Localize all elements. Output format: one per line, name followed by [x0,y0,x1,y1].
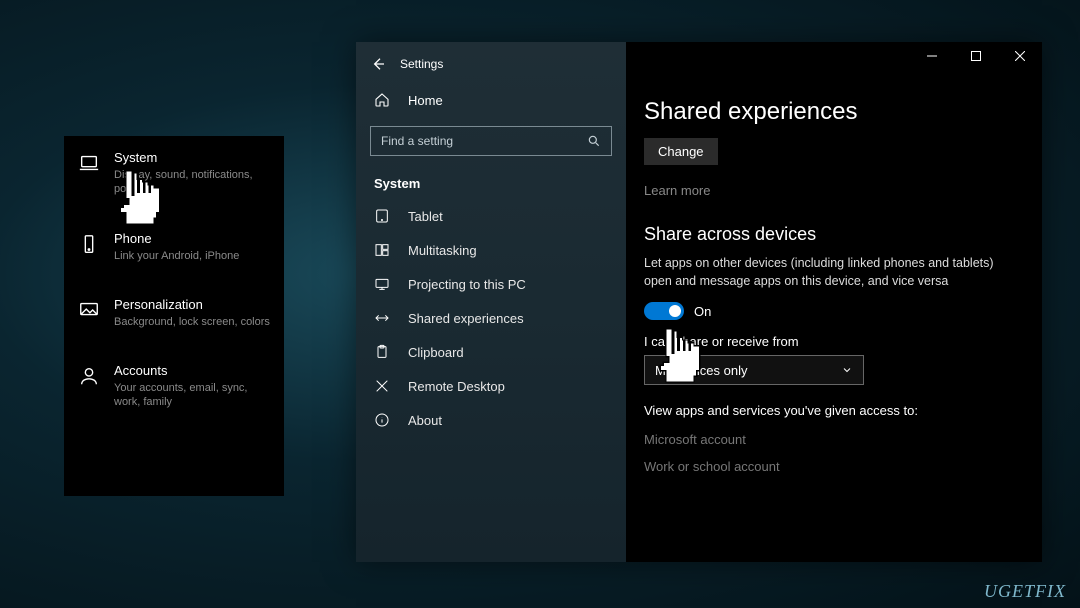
nav-label: About [408,413,442,428]
settings-sidebar: Settings Home Find a setting System Tabl… [356,42,626,562]
sidebar-item-tablet[interactable]: Tablet [356,199,626,233]
sidebar-home[interactable]: Home [356,82,626,118]
phone-icon [78,233,100,255]
sidebar-item-projecting[interactable]: Projecting to this PC [356,267,626,301]
nav-label: Tablet [408,209,443,224]
settings-window: Settings Home Find a setting System Tabl… [356,42,1042,562]
work-account-link[interactable]: Work or school account [644,459,1024,474]
category-subtitle: Link your Android, iPhone [114,249,239,263]
category-accounts[interactable]: Accounts Your accounts, email, sync, wor… [78,363,270,410]
view-apps-label: View apps and services you've given acce… [644,403,1024,418]
nav-label: Multitasking [408,243,477,258]
shared-experiences-icon [374,310,390,326]
window-title: Settings [400,57,443,71]
tablet-icon [374,208,390,224]
sidebar-category-header: System [356,170,626,199]
category-subtitle: Background, lock screen, colors [114,315,270,329]
sidebar-item-multitasking[interactable]: Multitasking [356,233,626,267]
receive-from-label: I can share or receive from [644,334,1024,349]
category-system[interactable]: System Display, sound, notifications, po… [78,150,270,197]
accounts-icon [78,365,100,387]
nav-label: Clipboard [408,345,464,360]
remote-desktop-icon [374,378,390,394]
personalization-icon [78,299,100,321]
sidebar-item-clipboard[interactable]: Clipboard [356,335,626,369]
search-placeholder: Find a setting [381,134,453,148]
home-label: Home [408,93,443,108]
share-across-desc: Let apps on other devices (including lin… [644,255,1024,290]
back-button[interactable] [370,56,386,72]
laptop-icon [78,152,100,174]
category-title: Personalization [114,297,270,312]
nav-label: Shared experiences [408,311,524,326]
clipboard-icon [374,344,390,360]
nav-label: Remote Desktop [408,379,505,394]
toggle-label: On [694,304,711,319]
change-button[interactable]: Change [644,138,718,165]
category-subtitle: Your accounts, email, sync, work, family [114,381,270,410]
category-title: System [114,150,270,165]
learn-more-link[interactable]: Learn more [644,183,1024,198]
search-icon [587,134,601,148]
nav-label: Projecting to this PC [408,277,526,292]
maximize-button[interactable] [954,42,998,70]
watermark: UGETFIX [984,581,1066,602]
category-subtitle: Display, sound, notifications, power [114,168,270,197]
multitasking-icon [374,242,390,258]
sidebar-item-about[interactable]: About [356,403,626,437]
settings-categories-panel: System Display, sound, notifications, po… [64,136,284,496]
about-icon [374,412,390,428]
dropdown-value: My devices only [655,363,747,378]
sidebar-item-remote-desktop[interactable]: Remote Desktop [356,369,626,403]
settings-content: Shared experiences Change Learn more Sha… [626,42,1042,562]
category-title: Phone [114,231,239,246]
minimize-button[interactable] [910,42,954,70]
category-title: Accounts [114,363,270,378]
search-input[interactable]: Find a setting [370,126,612,156]
sidebar-item-shared-experiences[interactable]: Shared experiences [356,301,626,335]
projecting-icon [374,276,390,292]
share-across-title: Share across devices [644,224,1024,245]
chevron-down-icon [841,364,853,376]
close-button[interactable] [998,42,1042,70]
category-personalization[interactable]: Personalization Background, lock screen,… [78,297,270,329]
category-phone[interactable]: Phone Link your Android, iPhone [78,231,270,263]
home-icon [374,92,390,108]
share-toggle[interactable] [644,302,684,320]
receive-from-dropdown[interactable]: My devices only [644,355,864,385]
microsoft-account-link[interactable]: Microsoft account [644,432,1024,447]
window-controls [910,42,1042,70]
page-title: Shared experiences [644,98,1024,126]
